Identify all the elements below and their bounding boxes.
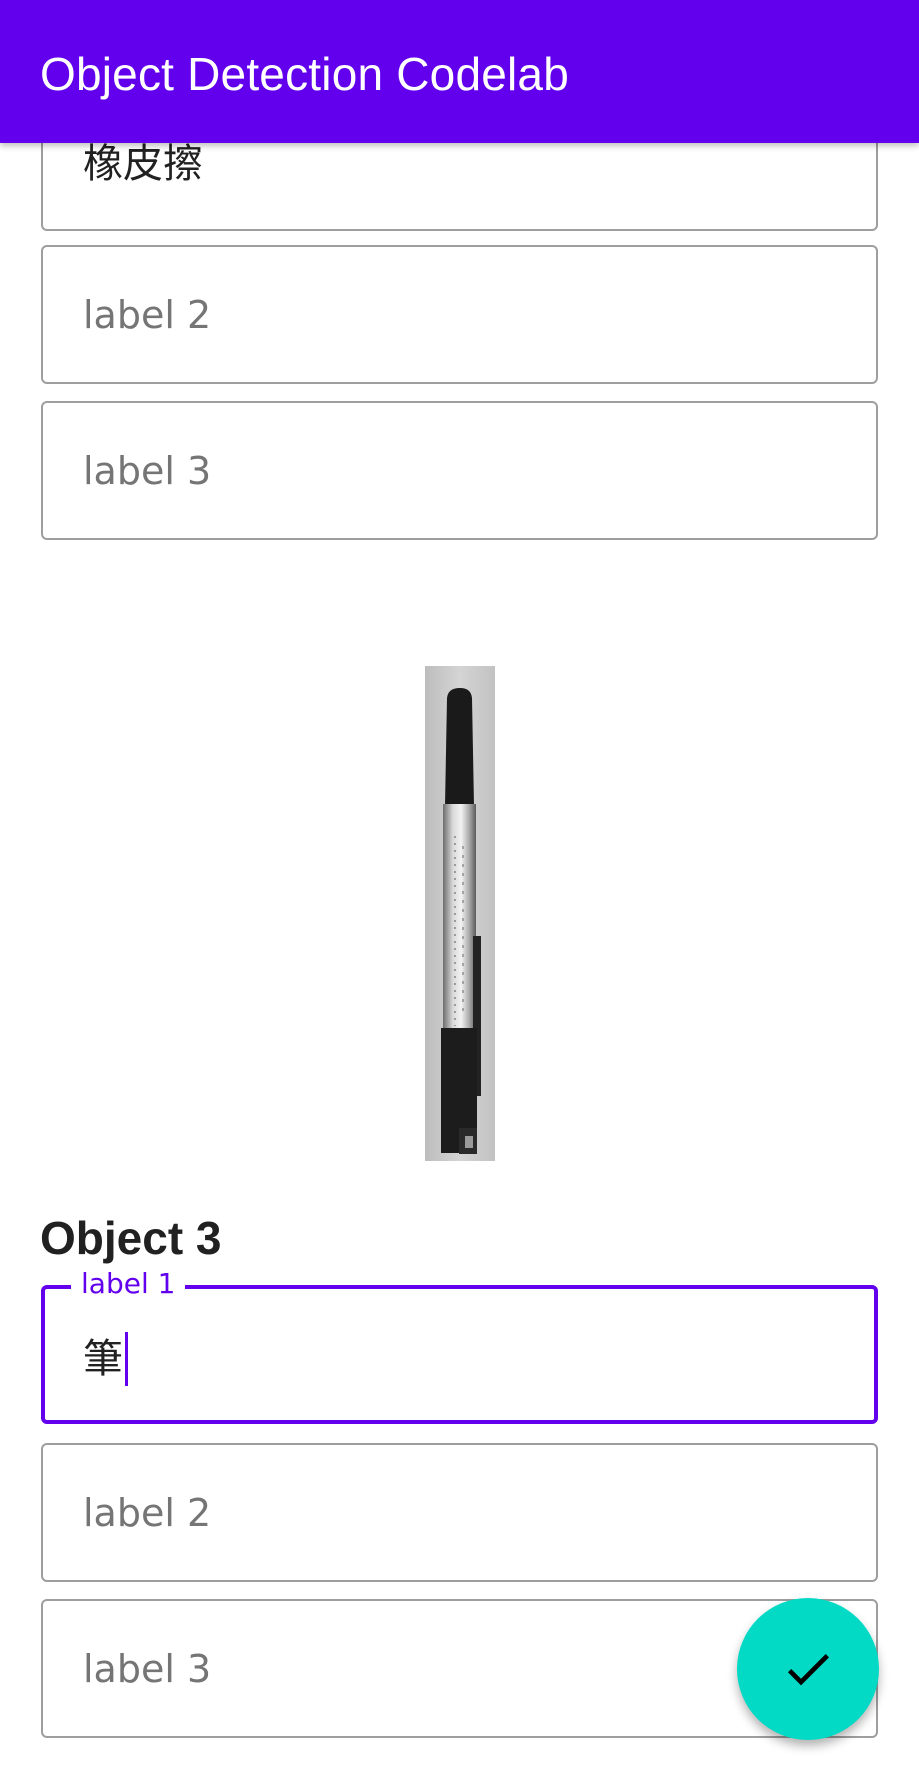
check-icon [787,1654,829,1686]
confirm-fab-button[interactable] [737,1598,879,1740]
object-2-label-1-value: 橡皮擦 [83,141,203,187]
object-2-label-3-field[interactable]: label 3 [41,401,878,540]
object-3-label-1-value-row: 筆 [83,1331,128,1387]
object-3-label-3-placeholder: label 3 [83,1647,212,1691]
object-3-label-2-placeholder: label 2 [83,1491,212,1535]
app-bar: Object Detection Codelab [0,0,919,143]
app-title: Object Detection Codelab [40,48,569,100]
object-3-label-2-field[interactable]: label 2 [41,1443,878,1582]
pen-image [425,666,495,1161]
object-2-label-3-placeholder: label 3 [83,449,212,493]
object-2-label-2-placeholder: label 2 [83,293,212,337]
object-3-label-1-value: 筆 [83,1336,123,1382]
object-3-label-1-field[interactable]: label 1 筆 [41,1267,878,1424]
object-2-label-2-field[interactable]: label 2 [41,245,878,384]
object-3-heading: Object 3 [40,1212,222,1264]
text-cursor [125,1332,128,1386]
object-3-label-1-floating-label: label 1 [71,1267,186,1301]
object-3-image [425,666,495,1161]
